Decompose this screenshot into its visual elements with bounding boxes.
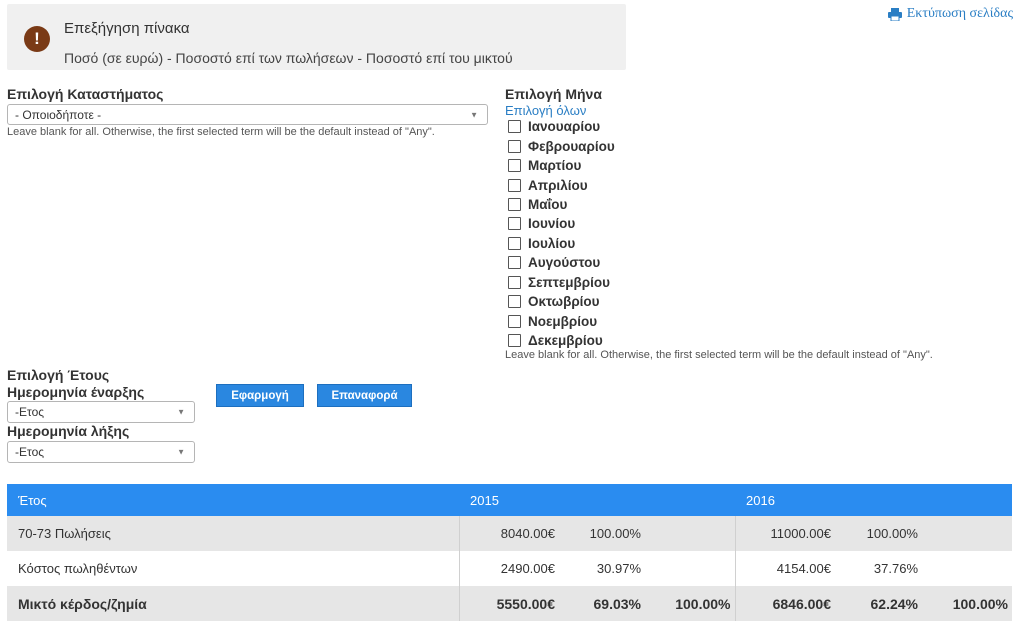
cell-pct-gross-2015 [645, 551, 735, 586]
month-checkbox[interactable] [508, 178, 521, 192]
month-option[interactable]: Ιανουαρίου [508, 117, 615, 136]
cell-pct-sales-2016: 37.76% [835, 551, 922, 586]
reset-button[interactable]: Επαναφορά [317, 384, 412, 407]
results-table: Έτος 2015 2016 70-73 Πωλήσεις 8040.00€ 1… [7, 484, 1012, 621]
header-year: Έτος [7, 484, 459, 516]
table-header-row: Έτος 2015 2016 [7, 484, 1012, 516]
explanation-text: Ποσό (σε ευρώ) - Ποσοστό επί των πωλήσεω… [64, 50, 513, 66]
month-option[interactable]: Απριλίου [508, 175, 615, 194]
month-checkbox-list: Ιανουαρίου Φεβρουαρίου Μαρτίου Απριλίου Μαΐο… [508, 117, 615, 350]
select-all-months-link[interactable]: Επιλογή όλων [505, 103, 586, 118]
apply-button[interactable]: Εφαρμογή [216, 384, 304, 407]
month-option-label: Απριλίου [528, 177, 588, 193]
month-option[interactable]: Οκτωβρίου [508, 292, 615, 311]
month-option-label: Ιουλίου [528, 235, 576, 251]
month-checkbox[interactable] [508, 139, 521, 153]
end-year-value: -Ετος [15, 445, 45, 459]
month-option[interactable]: Νοεμβρίου [508, 311, 615, 330]
month-option[interactable]: Σεπτεμβρίου [508, 273, 615, 292]
month-option-label: Μαρτίου [528, 158, 582, 174]
month-option-label: Φεβρουαρίου [528, 138, 615, 154]
cell-amount-2015: 8040.00€ [458, 516, 559, 551]
row-label: Κόστος πωληθέντων [7, 551, 459, 586]
month-checkbox[interactable] [508, 159, 521, 173]
header-2015: 2015 [459, 484, 735, 516]
table-explanation-box: ! Επεξήγηση πίνακα Ποσό (σε ευρώ) - Ποσο… [7, 4, 626, 70]
month-option-label: Σεπτεμβρίου [528, 274, 610, 290]
month-checkbox[interactable] [508, 314, 521, 328]
chevron-down-icon: ▼ [470, 110, 478, 119]
month-checkbox[interactable] [508, 256, 521, 270]
cell-pct-sales-2016: 100.00% [835, 516, 922, 551]
month-checkbox[interactable] [508, 334, 521, 348]
month-option[interactable]: Φεβρουαρίου [508, 136, 615, 155]
month-checkbox[interactable] [508, 120, 521, 134]
month-option-label: Νοεμβρίου [528, 313, 598, 329]
cell-pct-gross-2016 [922, 516, 1012, 551]
month-option[interactable]: Μαΐου [508, 195, 615, 214]
year-label: Επιλογή Έτους [7, 367, 110, 383]
store-select-value: - Οποιοδήποτε - [15, 107, 102, 122]
month-option[interactable]: Ιουλίου [508, 234, 615, 253]
cell-amount-2016: 6846.00€ [734, 586, 835, 621]
cell-amount-2015: 5550.00€ [458, 586, 559, 621]
month-checkbox[interactable] [508, 197, 521, 211]
month-option-label: Ιουνίου [528, 216, 576, 232]
month-option-label: Δεκεμβρίου [528, 333, 603, 349]
print-page-link[interactable]: Εκτύπωση σελίδας [887, 6, 1013, 22]
header-2016: 2016 [735, 484, 1012, 516]
cell-pct-sales-2015: 100.00% [559, 516, 645, 551]
start-year-select[interactable]: -Ετος ▼ [7, 401, 195, 423]
print-page-label: Εκτύπωση σελίδας [906, 6, 1013, 21]
table-row: Κόστος πωληθέντων 2490.00€ 30.97% 4154.0… [7, 551, 1012, 586]
cell-pct-sales-2015: 69.03% [559, 586, 645, 621]
month-checkbox[interactable] [508, 275, 521, 289]
start-date-label: Ημερομηνία έναρξης [7, 384, 145, 400]
chevron-down-icon: ▼ [177, 447, 185, 457]
month-help-text: Leave blank for all. Otherwise, the firs… [505, 349, 933, 361]
start-year-value: -Ετος [15, 405, 45, 419]
month-checkbox[interactable] [508, 236, 521, 250]
row-label: Μικτό κέρδος/ζημία [7, 586, 459, 621]
end-year-select[interactable]: -Ετος ▼ [7, 441, 195, 463]
cell-amount-2016: 11000.00€ [734, 516, 835, 551]
cell-amount-2016: 4154.00€ [734, 551, 835, 586]
cell-pct-gross-2015: 100.00% [645, 586, 735, 621]
cell-pct-gross-2016: 100.00% [922, 586, 1012, 621]
month-checkbox[interactable] [508, 295, 521, 309]
printer-icon [887, 7, 902, 21]
store-label: Επιλογή Καταστήματος [7, 86, 164, 102]
table-row: Μικτό κέρδος/ζημία 5550.00€ 69.03% 100.0… [7, 586, 1012, 621]
exclamation-icon: ! [24, 26, 50, 52]
end-date-label: Ημερομηνία λήξης [7, 423, 130, 439]
month-option-label: Ιανουαρίου [528, 119, 601, 135]
cell-pct-sales-2016: 62.24% [835, 586, 922, 621]
month-option[interactable]: Αυγούστου [508, 253, 615, 272]
store-select[interactable]: - Οποιοδήποτε - ▼ [7, 104, 488, 125]
cell-pct-sales-2015: 30.97% [559, 551, 645, 586]
month-checkbox[interactable] [508, 217, 521, 231]
cell-amount-2015: 2490.00€ [458, 551, 559, 586]
explanation-title: Επεξήγηση πίνακα [64, 20, 190, 37]
month-option-label: Οκτωβρίου [528, 294, 600, 310]
row-label: 70-73 Πωλήσεις [7, 516, 459, 551]
month-label: Επιλογή Μήνα [505, 86, 602, 102]
chevron-down-icon: ▼ [177, 407, 185, 417]
month-option[interactable]: Ιουνίου [508, 214, 615, 233]
table-row: 70-73 Πωλήσεις 8040.00€ 100.00% 11000.00… [7, 516, 1012, 551]
month-option-label: Μαΐου [528, 196, 568, 212]
cell-pct-gross-2016 [922, 551, 1012, 586]
store-help-text: Leave blank for all. Otherwise, the firs… [7, 126, 435, 138]
month-option-label: Αυγούστου [528, 255, 601, 271]
month-option[interactable]: Μαρτίου [508, 156, 615, 175]
cell-pct-gross-2015 [645, 516, 735, 551]
month-option[interactable]: Δεκεμβρίου [508, 331, 615, 350]
